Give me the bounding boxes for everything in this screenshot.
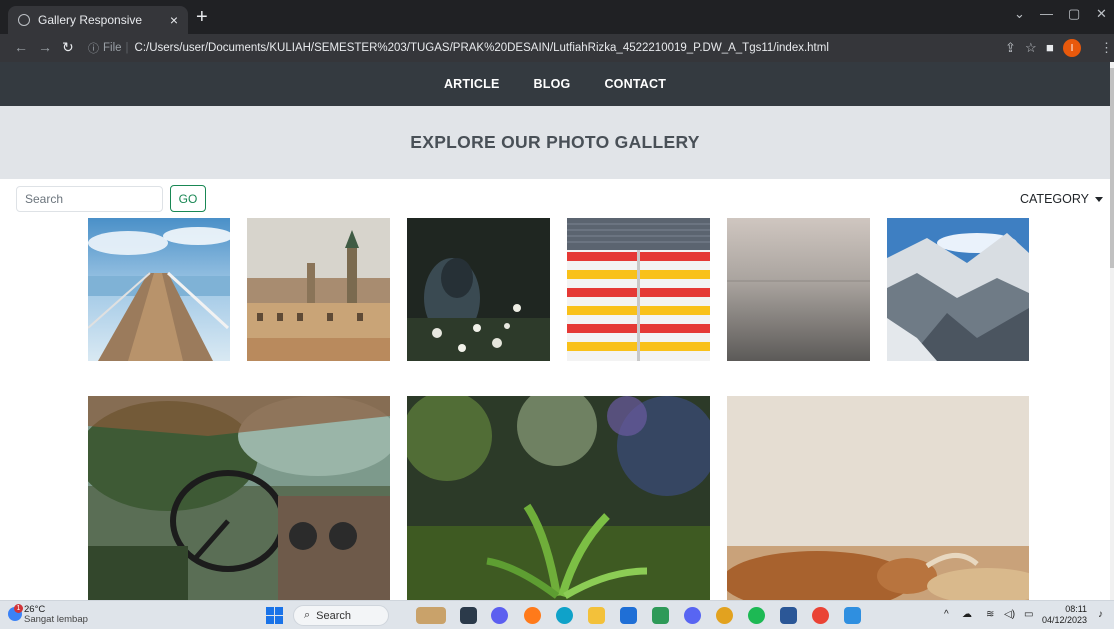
side-panel-icon[interactable]: ■ xyxy=(1046,40,1054,55)
gallery-photo-green-plant[interactable] xyxy=(407,396,710,600)
windows-start-icon[interactable] xyxy=(266,607,283,624)
volume-icon[interactable]: ◁) xyxy=(1004,609,1015,620)
category-label: CATEGORY xyxy=(1020,192,1089,206)
word-icon[interactable] xyxy=(780,607,797,624)
weather-description: Sangat lembap xyxy=(24,614,88,625)
weather-badge: 1 xyxy=(14,604,23,613)
nav-article-link[interactable]: ARTICLE xyxy=(444,77,500,91)
taskbar-search[interactable]: ⌕ Search xyxy=(293,605,389,626)
windows-taskbar: 1 26°C Sangat lembap ⌕ Search ^ ☁ ≋ ◁) ▭… xyxy=(0,600,1114,629)
scrollbar-thumb[interactable] xyxy=(1110,68,1114,268)
nav-blog-link[interactable]: BLOG xyxy=(534,77,571,91)
back-icon[interactable]: ← xyxy=(14,39,28,55)
new-tab-button[interactable]: + xyxy=(196,6,208,28)
wifi-icon[interactable]: ≋ xyxy=(986,609,994,620)
discord-icon[interactable] xyxy=(684,607,701,624)
chat-icon[interactable] xyxy=(491,607,508,624)
gallery-photo-snowy-mountains[interactable] xyxy=(887,218,1029,361)
restore-icon[interactable]: ▢ xyxy=(1068,6,1080,22)
chrome-icon[interactable] xyxy=(812,607,829,624)
share-icon[interactable]: ⇪ xyxy=(1005,40,1016,56)
gallery-photo-highland-cow[interactable] xyxy=(727,396,1029,600)
photos-icon[interactable] xyxy=(652,607,669,624)
go-button[interactable]: GO xyxy=(170,185,206,212)
file-explorer-icon[interactable] xyxy=(588,607,605,624)
clock-date: 04/12/2023 xyxy=(1042,615,1088,625)
firefox-icon[interactable] xyxy=(524,607,541,624)
hero-banner: EXPLORE OUR PHOTO GALLERY xyxy=(0,106,1110,179)
category-dropdown[interactable]: CATEGORY xyxy=(1020,192,1103,206)
browser-tab-strip: Gallery Responsive × + ⌄ — ▢ ✕ xyxy=(0,0,1114,34)
notification-bell-icon[interactable]: ♪ xyxy=(1098,609,1103,620)
widget-animal-icon[interactable] xyxy=(416,607,446,624)
search-input[interactable] xyxy=(16,186,163,212)
address-bar[interactable]: ⓘ File | C:/Users/user/Documents/KULIAH/… xyxy=(88,37,988,59)
reload-icon[interactable]: ↻ xyxy=(62,39,74,56)
url-text[interactable]: C:/Users/user/Documents/KULIAH/SEMESTER%… xyxy=(135,42,829,54)
minimize-icon[interactable]: — xyxy=(1040,6,1053,21)
info-icon[interactable]: ⓘ xyxy=(88,40,99,56)
tab-close-icon[interactable]: × xyxy=(170,12,178,28)
profile-avatar[interactable]: I xyxy=(1063,39,1081,57)
search-icon: ⌕ xyxy=(304,609,311,621)
gallery-photo-abandoned-truck[interactable] xyxy=(88,396,390,600)
taskbar-clock[interactable]: 08:11 04/12/2023 xyxy=(1042,604,1087,626)
onedrive-icon[interactable]: ☁ xyxy=(962,609,972,620)
site-navbar: ARTICLE BLOG CONTACT xyxy=(0,62,1110,106)
browser-toolbar: ← → ↻ ⓘ File | C:/Users/user/Documents/K… xyxy=(0,34,1114,62)
globe-icon xyxy=(18,14,30,26)
menu-icon[interactable]: ⋮ xyxy=(1100,40,1113,56)
tray-overflow-icon[interactable]: ^ xyxy=(944,609,949,620)
forward-icon[interactable]: → xyxy=(38,39,52,55)
gallery-photo-striped-wall[interactable] xyxy=(567,218,710,361)
battery-icon[interactable]: ▭ xyxy=(1024,609,1033,620)
taskbar-search-label: Search xyxy=(316,609,352,622)
task-view-icon[interactable] xyxy=(460,607,477,624)
gallery-photo-misty-sea[interactable] xyxy=(727,218,870,361)
url-separator: | xyxy=(125,42,129,54)
spotify-icon[interactable] xyxy=(748,607,765,624)
gallery-photo-hooded-person[interactable] xyxy=(407,218,550,361)
vscode-icon[interactable] xyxy=(844,607,861,624)
store-icon[interactable] xyxy=(620,607,637,624)
chrome-canary-icon[interactable] xyxy=(716,607,733,624)
close-window-icon[interactable]: ✕ xyxy=(1096,6,1107,22)
tab-title: Gallery Responsive xyxy=(38,13,143,27)
weather-widget[interactable]: 26°C Sangat lembap xyxy=(24,605,88,625)
browser-tab[interactable]: Gallery Responsive × xyxy=(8,6,188,34)
page-scrollbar[interactable] xyxy=(1110,62,1114,600)
caret-down-icon xyxy=(1095,196,1103,202)
web-page: ARTICLE BLOG CONTACT EXPLORE OUR PHOTO G… xyxy=(0,62,1110,600)
gallery-photo-old-town-city[interactable] xyxy=(247,218,390,361)
clock-time: 08:11 xyxy=(1065,604,1088,614)
page-title: EXPLORE OUR PHOTO GALLERY xyxy=(410,132,700,152)
bookmark-star-icon[interactable]: ☆ xyxy=(1025,40,1037,56)
url-scheme: File xyxy=(103,42,122,54)
tab-search-icon[interactable]: ⌄ xyxy=(1014,6,1025,22)
gallery-photo-pier[interactable] xyxy=(88,218,230,361)
nav-contact-link[interactable]: CONTACT xyxy=(604,77,666,91)
edge-icon[interactable] xyxy=(556,607,573,624)
